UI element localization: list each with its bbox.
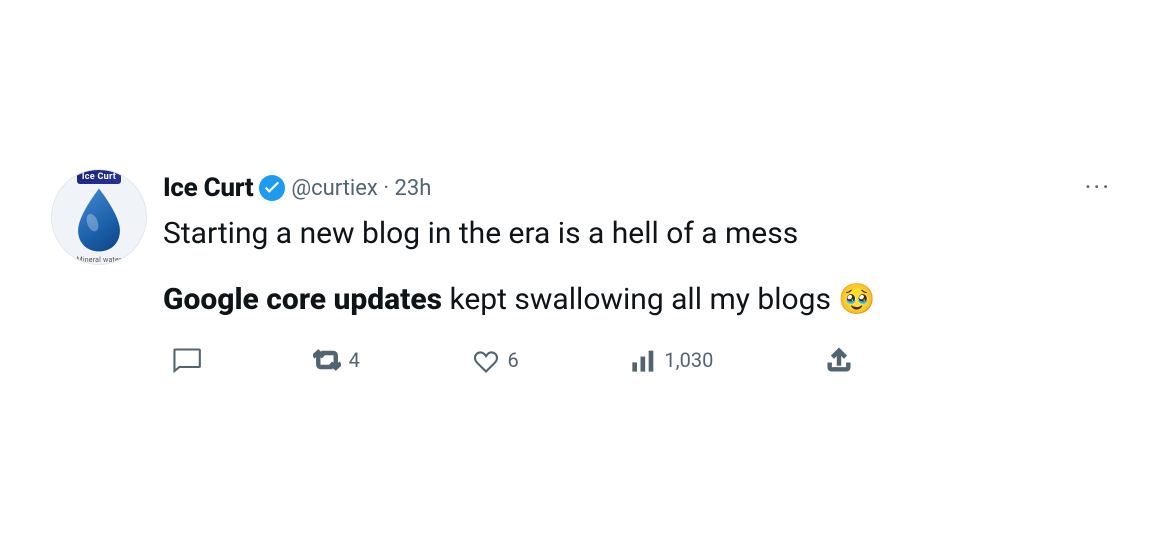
reply-icon — [173, 346, 201, 374]
tweet-body: Starting a new blog in the era is a hell… — [163, 213, 1119, 320]
tweet-bold-text: Google core updates — [163, 282, 442, 317]
share-icon — [825, 346, 853, 374]
tweet-rest-text: kept swallowing all my blogs 🥹 — [442, 282, 876, 317]
like-icon — [472, 346, 500, 374]
share-button[interactable] — [815, 340, 863, 380]
time-ago: 23h — [395, 176, 432, 201]
views-count: 1,030 — [664, 348, 713, 372]
avatar-brand-text: Ice Curt — [77, 170, 121, 184]
avatar-subtitle-text: Mineral water — [77, 256, 122, 264]
tweet-card: Ice Curt Mineral water Ice Curt — [35, 149, 1135, 392]
like-button[interactable]: 6 — [462, 340, 529, 380]
tweet-content: Ice Curt @curtiex · 23h ··· Starting a n… — [163, 169, 1119, 380]
retweet-icon — [313, 346, 341, 374]
retweet-count: 4 — [349, 348, 360, 372]
verified-badge-icon — [259, 175, 285, 201]
handle: @curtiex — [291, 176, 378, 201]
avatar-drop-icon — [52, 186, 146, 254]
tweet-header-left: Ice Curt @curtiex · 23h — [163, 173, 431, 203]
display-name: Ice Curt — [163, 173, 253, 203]
tweet-text-secondary: Google core updates kept swallowing all … — [163, 279, 1119, 320]
avatar-column: Ice Curt Mineral water — [51, 169, 147, 380]
avatar[interactable]: Ice Curt Mineral water — [51, 169, 147, 265]
like-count: 6 — [508, 348, 519, 372]
time-separator: · — [383, 176, 394, 201]
retweet-button[interactable]: 4 — [303, 340, 370, 380]
handle-and-time: @curtiex · 23h — [291, 176, 431, 201]
reply-button[interactable] — [163, 340, 211, 380]
more-options-button[interactable]: ··· — [1077, 169, 1119, 207]
tweet-text-main: Starting a new blog in the era is a hell… — [163, 213, 1119, 254]
views-button[interactable]: 1,030 — [620, 340, 723, 380]
tweet-header: Ice Curt @curtiex · 23h ··· — [163, 169, 1119, 207]
views-icon — [630, 346, 658, 374]
tweet-actions: 4 6 1,03 — [163, 340, 863, 380]
